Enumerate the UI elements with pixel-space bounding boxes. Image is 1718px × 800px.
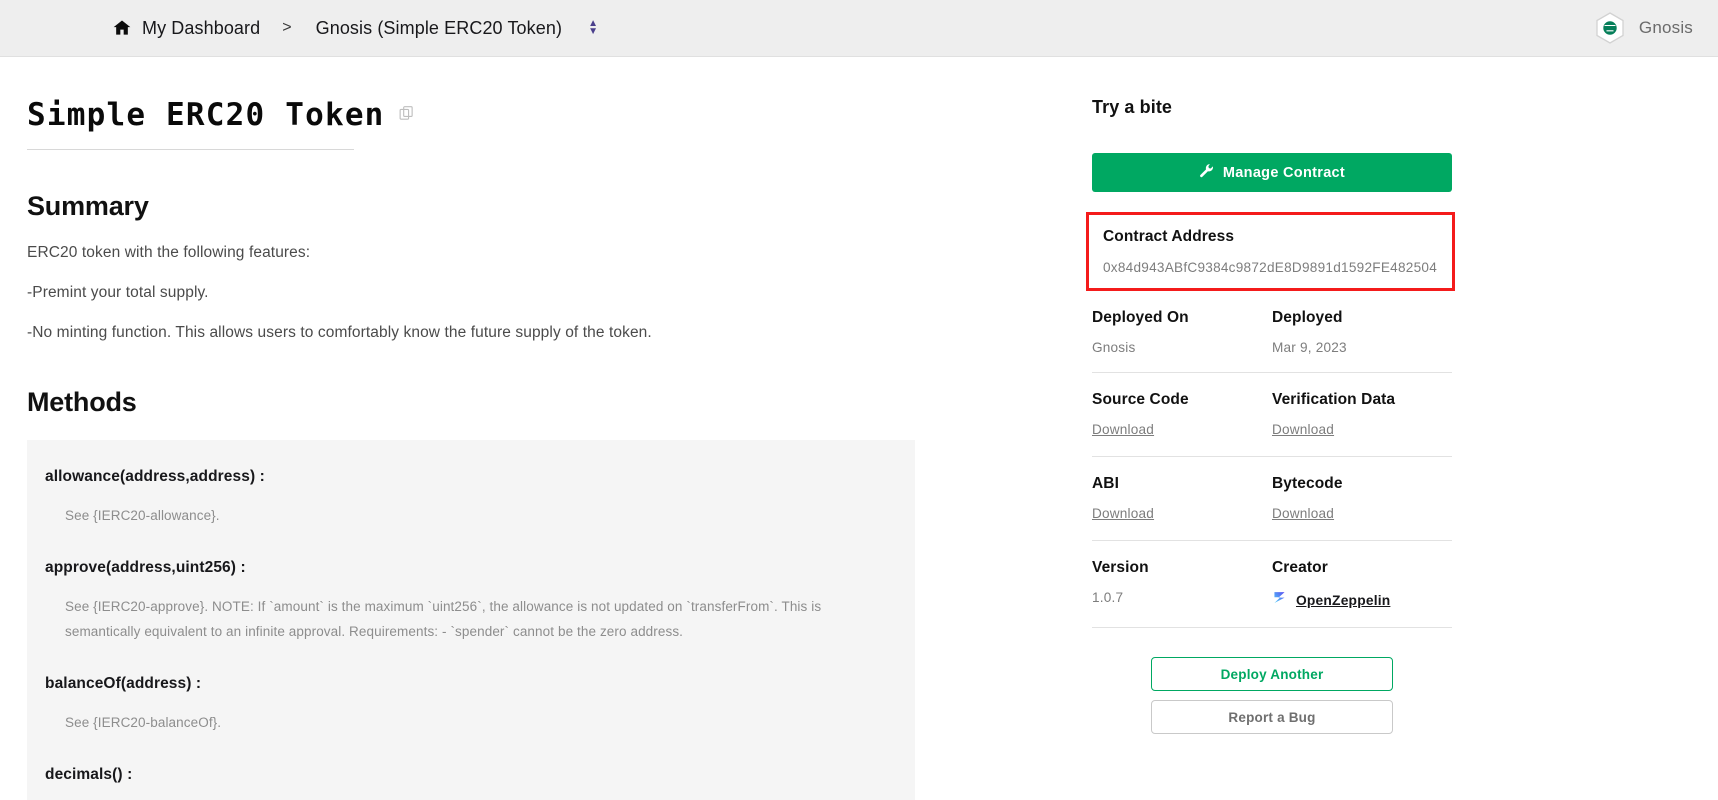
- metadata-cell-version: Version 1.0.7: [1092, 559, 1272, 610]
- copy-icon[interactable]: [399, 105, 414, 126]
- home-icon[interactable]: [112, 18, 132, 38]
- method-signature: decimals() :: [45, 765, 133, 783]
- metadata-row: Source Code Download Verification Data D…: [1092, 373, 1452, 457]
- breadcrumb-item-current: Gnosis (Simple ERC20 Token): [315, 17, 563, 38]
- openzeppelin-logo-icon: [1272, 590, 1287, 610]
- sidebar: Try a bite Manage Contract Contract Addr…: [1065, 57, 1718, 800]
- metadata-value: Mar 9, 2023: [1272, 340, 1347, 355]
- breadcrumb-separator-icon: >: [282, 19, 292, 36]
- gnosis-logo-icon: [1593, 11, 1627, 45]
- download-source-code-link[interactable]: Download: [1092, 422, 1154, 437]
- metadata-row: Version 1.0.7 Creator OpenZeppelin: [1092, 541, 1452, 628]
- metadata-key: Creator: [1272, 559, 1328, 576]
- metadata-row: ABI Download Bytecode Download: [1092, 457, 1452, 541]
- method-description: See {IERC20-allowance}.: [65, 508, 220, 523]
- manage-contract-label: Manage Contract: [1222, 164, 1346, 181]
- breadcrumb: My Dashboard > Gnosis (Simple ERC20 Toke…: [112, 18, 598, 39]
- metadata-cell-deployed: Deployed Mar 9, 2023: [1272, 309, 1452, 355]
- method-signature: allowance(address,address) :: [45, 468, 265, 485]
- method-signature: approve(address,uint256) :: [45, 558, 246, 576]
- download-abi-link[interactable]: Download: [1092, 506, 1154, 521]
- method-entry: allowance(address,address) : See {IERC20…: [27, 468, 915, 529]
- summary-line: -Premint your total supply.: [27, 284, 209, 301]
- metadata-key: Deployed On: [1092, 309, 1189, 326]
- metadata-key: Source Code: [1092, 391, 1189, 408]
- page-title-row: Simple ERC20 Token: [27, 97, 413, 150]
- metadata-key: Version: [1092, 559, 1149, 576]
- method-signature: balanceOf(address) :: [45, 674, 202, 692]
- method-description: See {IERC20-approve}. NOTE: If `amount` …: [65, 598, 822, 639]
- summary-line: -No minting function. This allows users …: [27, 324, 652, 341]
- metadata-cell-deployed-on: Deployed On Gnosis: [1092, 309, 1272, 355]
- metadata-row: Deployed On Gnosis Deployed Mar 9, 2023: [1092, 291, 1452, 373]
- page-title: Simple ERC20 Token: [27, 97, 385, 133]
- metadata-cell-bytecode: Bytecode Download: [1272, 475, 1452, 523]
- download-verification-data-link[interactable]: Download: [1272, 422, 1334, 437]
- sidebar-heading: Try a bite: [1092, 97, 1173, 117]
- contract-address-box: Contract Address 0x84d943ABfC9384c9872dE…: [1086, 212, 1455, 291]
- report-bug-button[interactable]: Report a Bug: [1151, 700, 1393, 734]
- network-name-label: Gnosis: [1638, 18, 1693, 37]
- metadata-cell-abi: ABI Download: [1092, 475, 1272, 523]
- breadcrumb-item-dashboard[interactable]: My Dashboard: [142, 18, 260, 39]
- chevron-updown-icon[interactable]: ▲ ▼: [588, 19, 598, 37]
- metadata-cell-verification-data: Verification Data Download: [1272, 391, 1452, 439]
- page-body: Simple ERC20 Token Summary ERC20 token w…: [0, 57, 1718, 800]
- contract-metadata-grid: Deployed On Gnosis Deployed Mar 9, 2023 …: [1092, 291, 1452, 628]
- method-entry: decimals() : Returns the number of decim…: [27, 766, 915, 800]
- contract-address-label: Contract Address: [1103, 228, 1235, 245]
- method-description: See {IERC20-balanceOf}.: [65, 714, 222, 730]
- metadata-key: Verification Data: [1272, 391, 1396, 408]
- metadata-value: Gnosis: [1092, 340, 1136, 355]
- methods-panel: allowance(address,address) : See {IERC20…: [27, 440, 915, 800]
- manage-contract-button[interactable]: Manage Contract: [1092, 153, 1452, 192]
- creator-name: OpenZeppelin: [1296, 592, 1391, 608]
- download-bytecode-link[interactable]: Download: [1272, 506, 1334, 521]
- metadata-cell-source-code: Source Code Download: [1092, 391, 1272, 439]
- metadata-key: ABI: [1092, 475, 1119, 492]
- contract-address-value[interactable]: 0x84d943ABfC9384c9872dE8D9891d1592FE4825…: [1103, 260, 1452, 275]
- method-entry: approve(address,uint256) : See {IERC20-a…: [27, 559, 915, 645]
- top-navigation-bar: My Dashboard > Gnosis (Simple ERC20 Toke…: [0, 0, 1718, 57]
- sidebar-action-buttons: Deploy Another Report a Bug: [1151, 657, 1393, 734]
- wrench-icon: [1199, 163, 1214, 182]
- main-content: Simple ERC20 Token Summary ERC20 token w…: [0, 57, 1065, 800]
- methods-heading: Methods: [27, 387, 137, 417]
- deploy-another-button[interactable]: Deploy Another: [1151, 657, 1393, 691]
- summary-line: ERC20 token with the following features:: [27, 244, 311, 261]
- metadata-key: Deployed: [1272, 309, 1343, 326]
- summary-heading: Summary: [27, 191, 149, 221]
- network-badge[interactable]: Gnosis: [1593, 0, 1693, 56]
- creator-link[interactable]: OpenZeppelin: [1272, 590, 1452, 610]
- method-entry: balanceOf(address) : See {IERC20-balance…: [27, 675, 915, 736]
- metadata-key: Bytecode: [1272, 475, 1343, 492]
- metadata-cell-creator: Creator OpenZeppelin: [1272, 559, 1452, 610]
- metadata-value: 1.0.7: [1092, 590, 1124, 605]
